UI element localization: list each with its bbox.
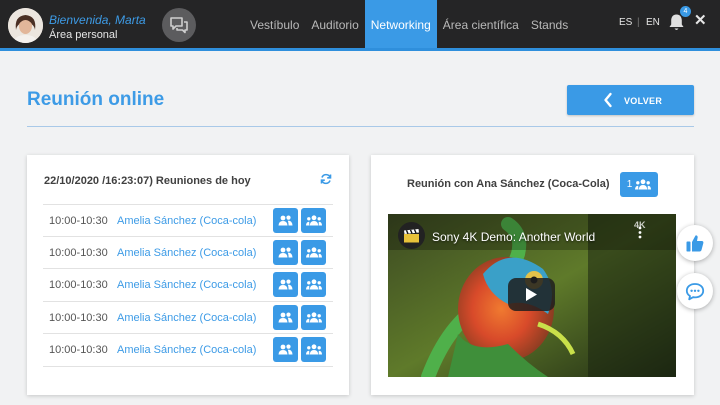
join-private-meeting-button[interactable]	[273, 208, 298, 233]
meeting-card: Reunión con Ana Sánchez (Coca-Cola) 1 So…	[371, 155, 694, 395]
meeting-time: 10:00-10:30	[49, 344, 108, 356]
user-group-icon	[305, 344, 322, 355]
avatar[interactable]	[8, 8, 43, 43]
meeting-time: 10:00-10:30	[49, 311, 108, 324]
meetings-title: 22/10/2020 /16:23:07) Reuniones de hoy	[44, 175, 251, 187]
back-button[interactable]: VOLVER	[567, 85, 694, 115]
join-group-meeting-button[interactable]	[301, 304, 326, 330]
main-nav: Vestíbulo Auditorio Networking Área cien…	[244, 0, 574, 50]
nav-stands[interactable]: Stands	[525, 0, 574, 50]
chat-button[interactable]	[677, 273, 713, 309]
channel-logo	[398, 222, 425, 249]
meeting-contact-link[interactable]: Amelia Sánchez (Coca-cola)	[117, 215, 256, 227]
video-player[interactable]: Sony 4K Demo: Another World 4K	[388, 214, 676, 377]
table-row: 10:00-10:30 Amelia Sánchez (Coca-cola)	[43, 237, 333, 269]
table-row: 10:00-10:30 Amelia Sánchez (Coca-cola)	[43, 269, 333, 302]
join-private-meeting-button[interactable]	[273, 337, 298, 362]
film-clapper-icon	[404, 228, 419, 242]
user-group-icon	[305, 246, 322, 257]
chat-bubbles-icon	[170, 17, 188, 34]
meeting-time: 10:00-10:30	[49, 279, 108, 291]
play-icon	[526, 288, 537, 301]
lang-separator: |	[637, 17, 640, 28]
meeting-contact-link[interactable]: Amelia Sánchez (Coca-cola)	[117, 279, 256, 291]
user-pair-icon	[278, 279, 293, 290]
join-private-meeting-button[interactable]	[273, 272, 298, 297]
video-quality-badge: 4K	[634, 220, 646, 230]
join-private-meeting-button[interactable]	[273, 239, 298, 265]
join-group-meeting-button[interactable]	[301, 208, 326, 233]
participants-count: 1	[626, 179, 633, 190]
video-title[interactable]: Sony 4K Demo: Another World	[432, 230, 595, 244]
personal-area-link[interactable]: Área personal	[49, 29, 118, 41]
meeting-contact-link[interactable]: Amelia Sánchez (Coca-cola)	[117, 344, 256, 356]
meeting-time: 10:00-10:30	[49, 215, 108, 227]
top-bar-accent	[0, 48, 720, 51]
join-group-meeting-button[interactable]	[301, 272, 326, 297]
lang-es[interactable]: ES	[619, 17, 632, 28]
participants-button[interactable]: 1	[620, 172, 658, 197]
nav-vestibulo[interactable]: Vestíbulo	[244, 0, 305, 50]
nav-area-cientifica[interactable]: Área científica	[437, 0, 525, 50]
user-pair-icon	[278, 247, 293, 257]
welcome-text: Bienvenida, Marta	[49, 13, 146, 27]
join-group-meeting-button[interactable]	[301, 239, 326, 265]
table-row: 10:00-10:30 Amelia Sánchez (Coca-cola)	[43, 334, 333, 367]
chat-toggle-button[interactable]	[162, 8, 196, 42]
table-row: 10:00-10:30 Amelia Sánchez (Coca-cola)	[43, 302, 333, 334]
heading-divider	[27, 126, 694, 127]
notification-badge: 4	[680, 6, 691, 17]
user-pair-icon	[278, 344, 293, 355]
close-icon[interactable]: ✕	[694, 13, 707, 28]
like-button[interactable]	[677, 225, 713, 261]
meetings-table: 10:00-10:30 Amelia Sánchez (Coca-cola) 1…	[43, 204, 333, 367]
user-group-icon	[305, 279, 322, 290]
join-group-meeting-button[interactable]	[301, 337, 326, 362]
chevron-left-icon	[604, 92, 612, 108]
refresh-icon[interactable]	[320, 173, 332, 185]
top-bar: Bienvenida, Marta Área personal Vestíbul…	[0, 0, 720, 50]
user-group-icon	[635, 179, 652, 190]
user-pair-icon	[278, 215, 293, 226]
meeting-time: 10:00-10:30	[49, 246, 108, 259]
lang-en[interactable]: EN	[646, 17, 660, 28]
meeting-contact-link[interactable]: Amelia Sánchez (Coca-cola)	[117, 247, 256, 259]
meeting-title: Reunión con Ana Sánchez (Coca-Cola)	[407, 178, 610, 190]
play-button[interactable]	[508, 278, 555, 311]
back-button-label: VOLVER	[624, 96, 663, 106]
meeting-contact-link[interactable]: Amelia Sánchez (Coca-cola)	[117, 312, 256, 324]
speech-bubble-icon	[685, 282, 705, 300]
table-row: 10:00-10:30 Amelia Sánchez (Coca-cola)	[43, 204, 333, 237]
user-group-icon	[305, 215, 322, 226]
thumbs-up-icon	[686, 235, 704, 252]
join-private-meeting-button[interactable]	[273, 304, 298, 330]
user-group-icon	[305, 311, 322, 322]
nav-auditorio[interactable]: Auditorio	[305, 0, 364, 50]
meetings-card: 22/10/2020 /16:23:07) Reuniones de hoy 1…	[27, 155, 349, 395]
page-title: Reunión online	[27, 89, 165, 110]
nav-networking[interactable]: Networking	[364, 0, 437, 50]
user-pair-icon	[278, 312, 293, 322]
